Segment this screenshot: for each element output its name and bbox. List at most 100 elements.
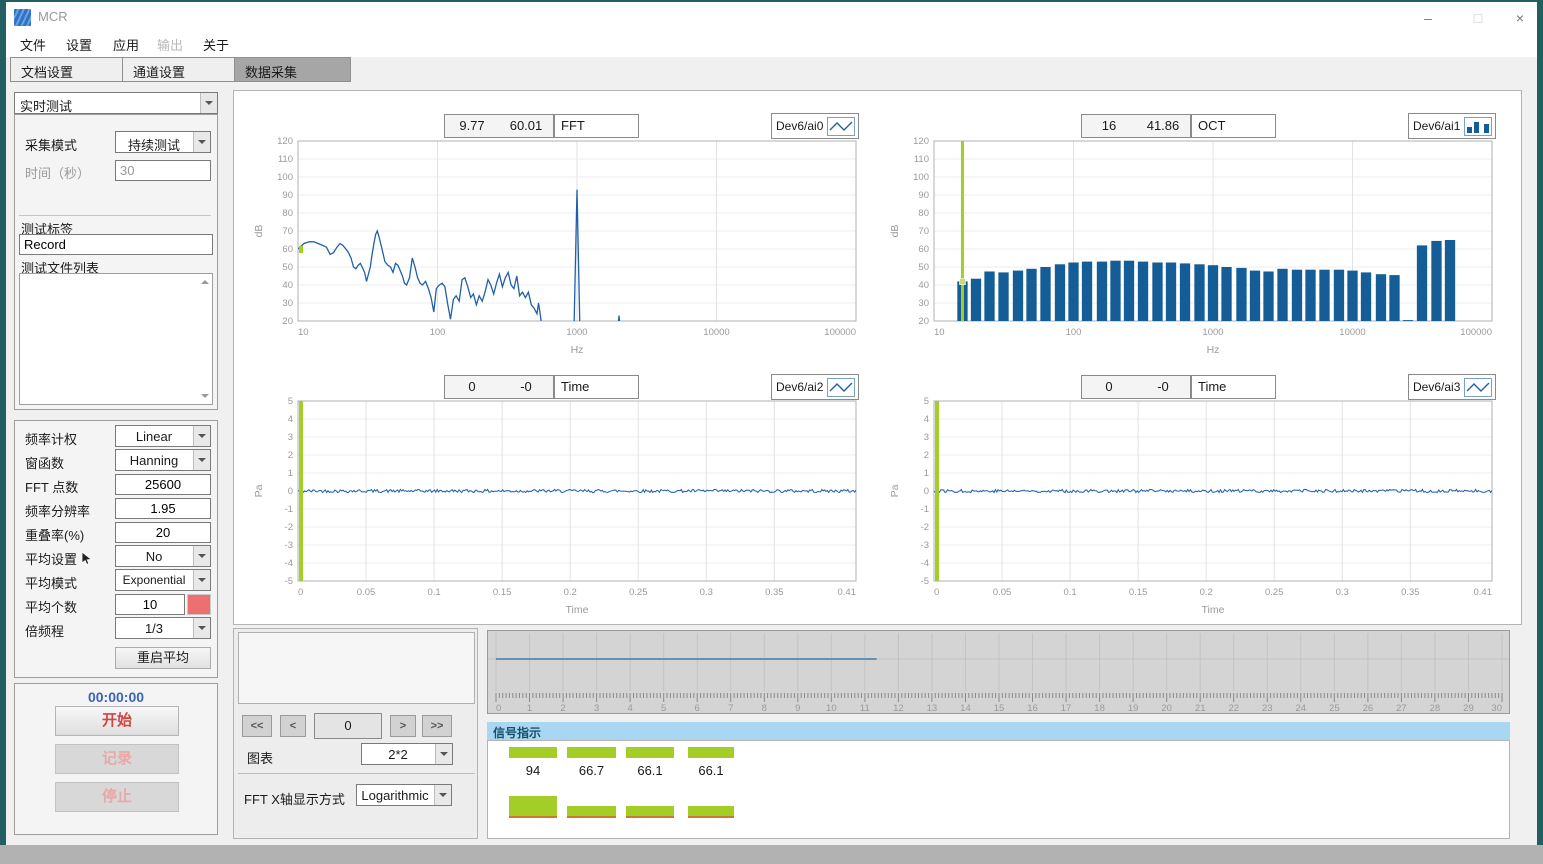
svg-text:100: 100 — [913, 172, 929, 183]
svg-text:29: 29 — [1463, 703, 1474, 713]
svg-text:3: 3 — [288, 432, 293, 443]
test-label-field[interactable] — [19, 234, 213, 255]
elapsed-timer: 00:00:00 — [15, 689, 217, 705]
chevron-down-icon — [200, 93, 217, 113]
time-waveform-chart-ai2[interactable]: -5-4-3-2-101234500.050.10.150.20.250.30.… — [241, 391, 871, 616]
svg-text:110: 110 — [914, 154, 929, 165]
maximize-button[interactable]: □ — [1461, 7, 1495, 29]
timeline-ruler[interactable]: 0123456789101112131415161718192021222324… — [488, 631, 1509, 713]
signal-level-value: 66.1 — [626, 763, 674, 778]
window-title: MCR — [38, 9, 68, 24]
svg-text:16: 16 — [1027, 703, 1038, 713]
test-mode-select[interactable]: 实时测试 — [14, 92, 218, 114]
svg-text:40: 40 — [918, 280, 929, 291]
svg-text:100000: 100000 — [1460, 327, 1492, 338]
svg-text:23: 23 — [1262, 703, 1273, 713]
svg-text:10: 10 — [298, 327, 309, 338]
signal-channel-4: 66.1 — [688, 741, 734, 840]
svg-text:-2: -2 — [285, 522, 293, 533]
menu-item-file[interactable]: 文件 — [20, 35, 46, 54]
svg-text:14: 14 — [960, 703, 971, 713]
svg-text:1000: 1000 — [1202, 327, 1223, 338]
svg-text:30: 30 — [1491, 703, 1502, 713]
page-first-button[interactable]: << — [242, 715, 272, 737]
svg-text:0: 0 — [496, 703, 501, 713]
svg-text:-2: -2 — [921, 522, 929, 533]
chart-layout-select[interactable]: 2*2 — [361, 743, 453, 765]
svg-text:-3: -3 — [921, 540, 929, 551]
fft-spectrum-chart[interactable]: 2030405060708090100110120101001000100001… — [241, 131, 871, 356]
svg-text:3: 3 — [594, 703, 599, 713]
chart-layout-label: 图表 — [247, 748, 273, 767]
display-control-panel: << < 0 > >> 图表 2*2 FFT X轴显示方式 Logarithmi… — [233, 628, 478, 839]
svg-text:10: 10 — [826, 703, 837, 713]
chevron-down-icon — [193, 546, 210, 566]
time-waveform-chart-ai3[interactable]: -5-4-3-2-101234500.050.10.150.20.250.30.… — [877, 391, 1507, 616]
signal-level-value: 94 — [509, 763, 557, 778]
stop-button: 停止 — [55, 782, 179, 812]
fft-xaxis-label: FFT X轴显示方式 — [244, 789, 345, 808]
menu-item-settings[interactable]: 设置 — [66, 35, 92, 54]
acq-mode-select[interactable]: 持续测试 — [115, 131, 211, 153]
window-func-select[interactable]: Hanning — [115, 449, 211, 471]
title-bar: MCR – □ × — [6, 2, 1537, 31]
svg-text:90: 90 — [918, 190, 929, 201]
close-button[interactable]: × — [1503, 7, 1537, 29]
page-next-button[interactable]: > — [390, 715, 416, 737]
svg-text:0.3: 0.3 — [700, 587, 713, 598]
analysis-params-group: 频率计权 Linear 窗函数 Hanning FFT 点数 频率分辨率 重叠率… — [14, 420, 218, 678]
avg-count-alert-indicator — [187, 594, 211, 615]
charts-panel: 9.77 60.01 FFT Dev6/ai0 16 41.86 OCT Dev… — [233, 90, 1522, 625]
svg-text:4: 4 — [627, 703, 632, 713]
svg-text:5: 5 — [924, 396, 929, 407]
signal-active-bar — [509, 747, 557, 758]
record-timeline[interactable]: 0123456789101112131415161718192021222324… — [487, 630, 1510, 714]
svg-text:17: 17 — [1061, 703, 1072, 713]
octave-select[interactable]: 1/3 — [115, 617, 211, 639]
signal-level-value: 66.7 — [567, 763, 616, 778]
window-border-bottom — [0, 845, 1543, 864]
signal-level-meter — [509, 796, 557, 818]
test-file-listbox[interactable] — [19, 273, 213, 405]
svg-text:dB: dB — [889, 225, 901, 238]
svg-text:Time: Time — [566, 604, 589, 616]
tab-data-acquisition[interactable]: 数据采集 — [234, 57, 351, 82]
scroll-up-icon[interactable] — [201, 280, 209, 284]
status-box — [238, 632, 475, 704]
freq-resolution-field[interactable] — [115, 498, 211, 519]
svg-text:8: 8 — [762, 703, 767, 713]
signal-level-meter — [567, 806, 616, 818]
avg-mode-select[interactable]: Exponential — [115, 569, 211, 591]
freq-resolution-label: 频率分辨率 — [25, 501, 90, 520]
svg-text:60: 60 — [282, 244, 293, 255]
svg-text:1: 1 — [924, 468, 929, 479]
page-prev-button[interactable]: < — [280, 715, 306, 737]
fft-xaxis-select[interactable]: Logarithmic — [356, 784, 452, 806]
minimize-button[interactable]: – — [1411, 7, 1445, 29]
svg-text:20: 20 — [282, 316, 293, 327]
menu-item-about[interactable]: 关于 — [203, 35, 229, 54]
scroll-down-icon[interactable] — [201, 394, 209, 398]
svg-text:0.1: 0.1 — [427, 587, 440, 598]
page-counter: 0 — [314, 713, 382, 739]
tab-bar: 文档设置 通道设置 数据采集 — [6, 57, 1537, 83]
freq-weighting-select[interactable]: Linear — [115, 425, 211, 447]
start-button[interactable]: 开始 — [55, 706, 179, 736]
svg-text:0.05: 0.05 — [993, 587, 1012, 598]
svg-text:22: 22 — [1228, 703, 1239, 713]
overlap-field[interactable] — [115, 522, 211, 543]
svg-text:15: 15 — [994, 703, 1005, 713]
restart-average-button[interactable]: 重启平均 — [115, 647, 211, 669]
divider — [19, 215, 211, 216]
avg-count-field[interactable] — [115, 594, 185, 615]
window-border-left — [0, 0, 6, 846]
menu-item-apply[interactable]: 应用 — [113, 35, 139, 54]
octave-band-chart[interactable]: 2030405060708090100110120101001000100001… — [877, 131, 1507, 356]
tab-document-settings[interactable]: 文档设置 — [10, 57, 123, 82]
page-last-button[interactable]: >> — [422, 715, 452, 737]
avg-setting-select[interactable]: No — [115, 545, 211, 567]
tab-channel-settings[interactable]: 通道设置 — [122, 57, 235, 82]
avg-count-label: 平均个数 — [25, 597, 77, 616]
fft-points-field[interactable] — [115, 474, 211, 495]
chevron-down-icon — [193, 618, 210, 638]
